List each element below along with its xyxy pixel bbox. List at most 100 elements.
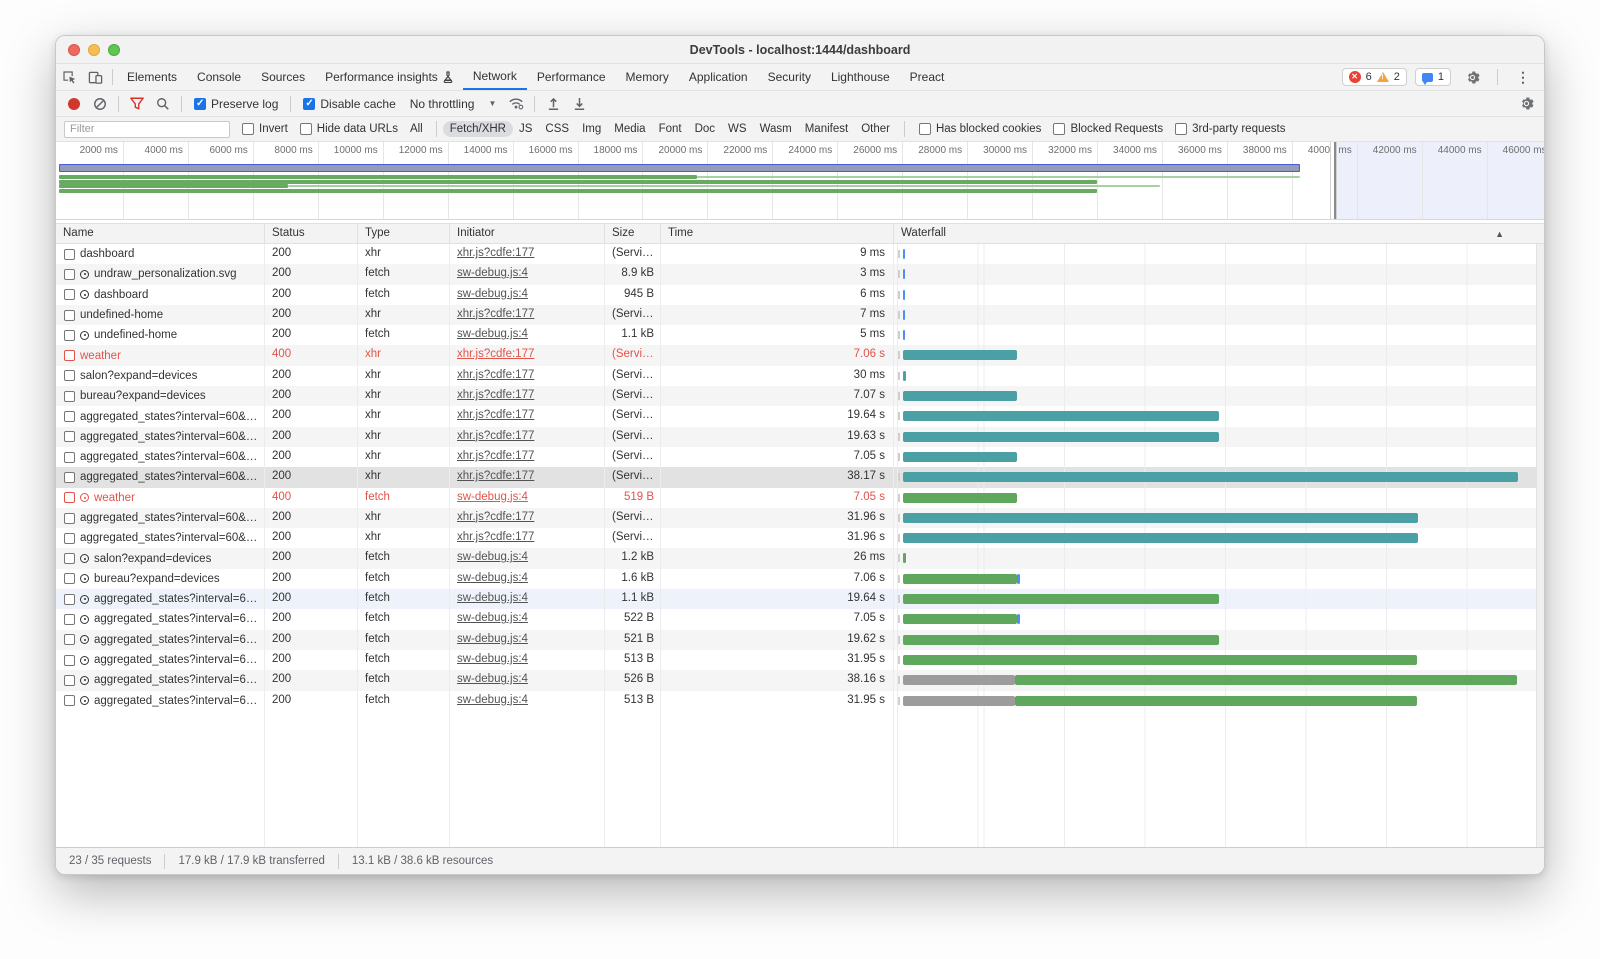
kebab-menu-icon[interactable]: ⋮	[1510, 66, 1536, 88]
tab-security[interactable]: Security	[758, 64, 821, 90]
inspect-element-icon[interactable]	[56, 66, 82, 88]
request-checkbox[interactable]	[64, 533, 75, 544]
column-header-name[interactable]: Name	[56, 224, 265, 243]
request-checkbox[interactable]	[64, 573, 75, 584]
request-row[interactable]: bureau?expand=devices200xhrxhr.js?cdfe:1…	[56, 386, 1544, 406]
initiator-link[interactable]: sw-debug.js:4	[457, 592, 528, 604]
request-checkbox[interactable]	[64, 452, 75, 463]
initiator-link[interactable]: xhr.js?cdfe:177	[457, 450, 534, 462]
request-row[interactable]: aggregated_states?interval=6…200fetchsw-…	[56, 670, 1544, 690]
tab-console[interactable]: Console	[187, 64, 251, 90]
initiator-link[interactable]: sw-debug.js:4	[457, 328, 528, 340]
close-window-button[interactable]	[68, 44, 80, 56]
tab-lighthouse[interactable]: Lighthouse	[821, 64, 900, 90]
type-filter-wasm[interactable]: Wasm	[760, 123, 792, 135]
initiator-link[interactable]: xhr.js?cdfe:177	[457, 470, 534, 482]
type-filter-img[interactable]: Img	[582, 123, 601, 135]
type-filter-css[interactable]: CSS	[545, 123, 569, 135]
initiator-link[interactable]: sw-debug.js:4	[457, 612, 528, 624]
initiator-link[interactable]: sw-debug.js:4	[457, 572, 528, 584]
disable-cache-checkbox[interactable]: Disable cache	[303, 97, 395, 111]
type-filter-other[interactable]: Other	[861, 123, 890, 135]
request-row[interactable]: aggregated_states?interval=60&…200xhrxhr…	[56, 467, 1544, 487]
request-row[interactable]: aggregated_states?interval=60&…200xhrxhr…	[56, 406, 1544, 426]
request-checkbox[interactable]	[64, 370, 75, 381]
tab-performance-insights[interactable]: Performance insights	[315, 64, 463, 90]
initiator-link[interactable]: sw-debug.js:4	[457, 551, 528, 563]
checkbox-unchecked-icon[interactable]	[1053, 123, 1065, 135]
request-row[interactable]: aggregated_states?interval=60&…200xhrxhr…	[56, 427, 1544, 447]
initiator-link[interactable]: sw-debug.js:4	[457, 491, 528, 503]
initiator-link[interactable]: sw-debug.js:4	[457, 694, 528, 706]
request-checkbox[interactable]	[64, 634, 75, 645]
column-header-size[interactable]: Size	[605, 224, 661, 243]
column-header-status[interactable]: Status	[265, 224, 358, 243]
request-checkbox[interactable]	[64, 655, 75, 666]
tab-application[interactable]: Application	[679, 64, 758, 90]
throttling-value[interactable]: No throttling	[410, 97, 475, 111]
initiator-link[interactable]: xhr.js?cdfe:177	[457, 531, 534, 543]
request-checkbox[interactable]	[64, 330, 75, 341]
initiator-link[interactable]: xhr.js?cdfe:177	[457, 369, 534, 381]
initiator-link[interactable]: sw-debug.js:4	[457, 653, 528, 665]
filter-input[interactable]	[64, 121, 230, 138]
network-settings-gear-icon[interactable]	[1514, 93, 1538, 115]
zoom-window-button[interactable]	[108, 44, 120, 56]
type-filter-manifest[interactable]: Manifest	[805, 123, 848, 135]
request-row[interactable]: weather400xhrxhr.js?cdfe:177(Servi…7.06 …	[56, 345, 1544, 365]
tab-preact[interactable]: Preact	[900, 64, 955, 90]
tab-sources[interactable]: Sources	[251, 64, 315, 90]
tab-memory[interactable]: Memory	[616, 64, 679, 90]
initiator-link[interactable]: xhr.js?cdfe:177	[457, 511, 534, 523]
column-header-type[interactable]: Type	[358, 224, 450, 243]
request-checkbox[interactable]	[64, 513, 75, 524]
checkbox-unchecked-icon[interactable]	[300, 123, 312, 135]
request-checkbox[interactable]	[64, 614, 75, 625]
initiator-link[interactable]: xhr.js?cdfe:177	[457, 348, 534, 360]
checkbox-unchecked-icon[interactable]	[242, 123, 254, 135]
initiator-link[interactable]: xhr.js?cdfe:177	[457, 389, 534, 401]
invert-checkbox[interactable]: Invert	[242, 123, 288, 135]
third-party-requests-checkbox[interactable]: 3rd-party requests	[1175, 123, 1285, 135]
request-row[interactable]: weather400fetchsw-debug.js:4519 B7.05 s	[56, 488, 1544, 508]
request-row[interactable]: aggregated_states?interval=6…200fetchsw-…	[56, 650, 1544, 670]
issues-badge[interactable]: 1	[1415, 68, 1451, 86]
column-header-initiator[interactable]: Initiator	[450, 224, 605, 243]
request-row[interactable]: salon?expand=devices200fetchsw-debug.js:…	[56, 548, 1544, 568]
request-row[interactable]: aggregated_states?interval=60&…200xhrxhr…	[56, 447, 1544, 467]
column-header-waterfall[interactable]: Waterfall	[894, 224, 1544, 243]
preserve-log-label[interactable]: Preserve log	[211, 97, 278, 111]
initiator-link[interactable]: xhr.js?cdfe:177	[457, 247, 534, 259]
request-checkbox[interactable]	[64, 310, 75, 321]
initiator-link[interactable]: xhr.js?cdfe:177	[457, 409, 534, 421]
scrollbar-track[interactable]	[1536, 244, 1544, 847]
preserve-log-checkbox[interactable]: Preserve log	[194, 97, 278, 111]
request-checkbox[interactable]	[64, 269, 75, 280]
initiator-link[interactable]: sw-debug.js:4	[457, 673, 528, 685]
hide-data-urls-label[interactable]: Hide data URLs	[317, 123, 398, 135]
overview-drag-handle[interactable]	[1330, 142, 1337, 219]
request-row[interactable]: bureau?expand=devices200fetchsw-debug.js…	[56, 569, 1544, 589]
disable-cache-label[interactable]: Disable cache	[320, 97, 395, 111]
hide-data-urls-checkbox[interactable]: Hide data URLs	[300, 123, 398, 135]
request-checkbox[interactable]	[64, 411, 75, 422]
clear-network-log-button[interactable]	[88, 93, 112, 115]
request-row[interactable]: undefined-home200xhrxhr.js?cdfe:177(Serv…	[56, 305, 1544, 325]
request-checkbox[interactable]	[64, 553, 75, 564]
initiator-link[interactable]: sw-debug.js:4	[457, 288, 528, 300]
checkbox-checked-icon[interactable]	[194, 98, 206, 110]
request-row[interactable]: aggregated_states?interval=6…200fetchsw-…	[56, 691, 1544, 711]
throttling-dropdown[interactable]: No throttling ▼	[410, 97, 497, 111]
filter-funnel-icon[interactable]	[125, 93, 149, 115]
errors-warnings-badge[interactable]: ✕ 6 2	[1342, 68, 1407, 86]
request-row[interactable]: aggregated_states?interval=6…200fetchsw-…	[56, 609, 1544, 629]
request-row[interactable]: undraw_personalization.svg200fetchsw-deb…	[56, 264, 1544, 284]
tab-network[interactable]: Network	[463, 64, 527, 90]
network-overview-timeline[interactable]: 2000 ms4000 ms6000 ms8000 ms10000 ms1200…	[56, 142, 1544, 220]
third-party-requests-label[interactable]: 3rd-party requests	[1192, 123, 1285, 135]
request-checkbox[interactable]	[64, 492, 75, 503]
request-checkbox[interactable]	[64, 350, 75, 361]
search-icon[interactable]	[151, 93, 175, 115]
request-checkbox[interactable]	[64, 391, 75, 402]
checkbox-checked-icon[interactable]	[303, 98, 315, 110]
